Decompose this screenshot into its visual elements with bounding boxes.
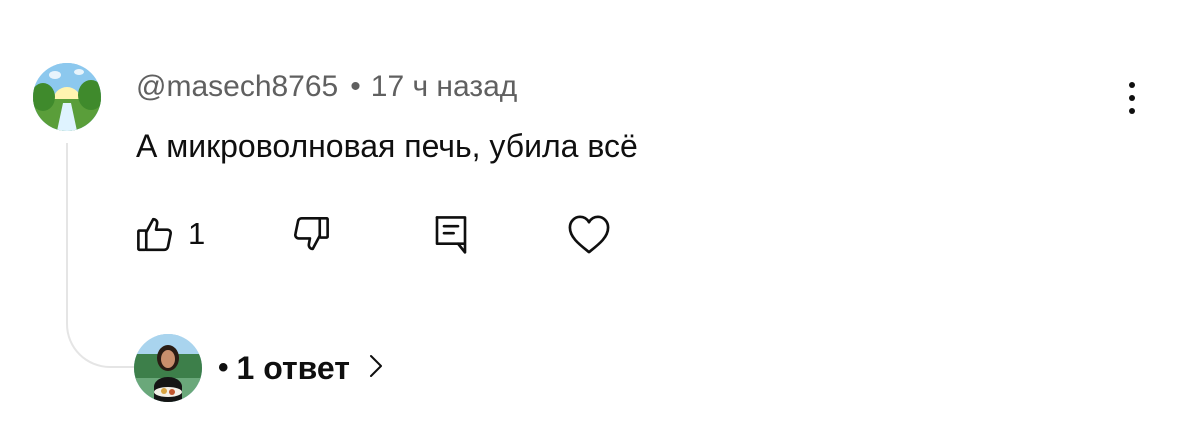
- reply-button[interactable]: [430, 208, 472, 260]
- reply-author-avatar: [134, 334, 202, 402]
- landscape-avatar-image: [33, 63, 101, 131]
- comment-time: 17 ч назад: [370, 70, 518, 103]
- more-vert-icon: [1129, 82, 1135, 114]
- more-options-button[interactable]: [1112, 76, 1152, 120]
- replies-count-label: 1 ответ: [236, 349, 350, 386]
- reply-comment-icon: [430, 212, 472, 256]
- comment-meta: @masech8765 • 17 ч назад: [136, 70, 517, 104]
- person-avatar-image: [134, 334, 202, 402]
- comment-text: А микроволновая печь, убила всё: [136, 128, 638, 164]
- dislike-button[interactable]: [290, 208, 332, 260]
- view-replies-button[interactable]: • 1 ответ: [134, 334, 384, 402]
- like-count: 1: [188, 216, 206, 251]
- replies-bullet: •: [218, 351, 229, 384]
- heart-button[interactable]: [566, 208, 612, 260]
- thumb-up-icon: [134, 213, 176, 255]
- heart-icon: [566, 213, 612, 255]
- like-button[interactable]: 1: [134, 208, 205, 260]
- commenter-avatar[interactable]: [33, 63, 101, 131]
- thumb-down-icon: [290, 213, 332, 255]
- meta-separator: •: [350, 70, 361, 103]
- comment-author[interactable]: @masech8765: [136, 70, 338, 103]
- chevron-right-icon: [368, 352, 384, 385]
- thread-connector-line: [66, 143, 134, 368]
